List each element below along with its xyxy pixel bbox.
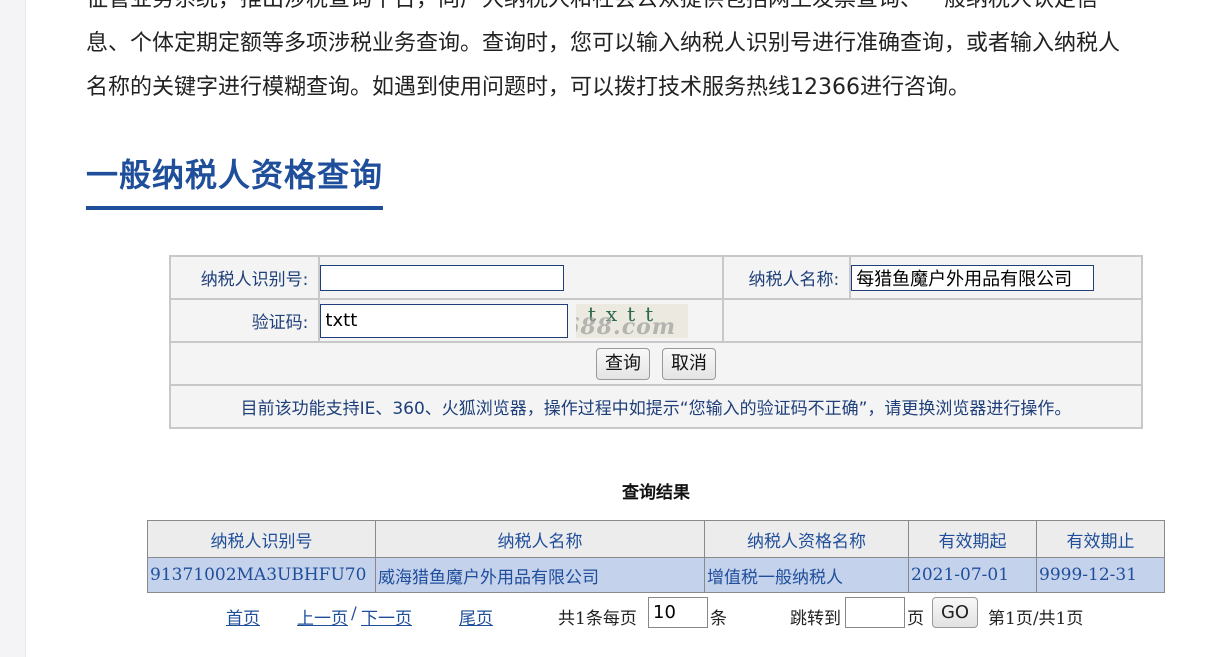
cancel-button[interactable]: 取消 [662, 347, 716, 380]
result-table: 纳税人识别号 纳税人名称 纳税人资格名称 有效期起 有效期止 91371002M… [147, 520, 1165, 593]
header-qualification: 纳税人资格名称 [704, 520, 909, 558]
header-taxpayer-name: 纳税人名称 [375, 520, 705, 558]
captcha-input[interactable] [320, 303, 569, 338]
last-page-link[interactable]: 尾页 [459, 604, 493, 629]
captcha-cell: txtt 1688.com [318, 298, 724, 343]
cell-valid-to: 9999-12-31 [1036, 557, 1165, 593]
empty-cell [721, 298, 1144, 343]
cell-taxpayer-id: 91371002MA3UBHFU70 [147, 557, 376, 593]
page-size-unit: 条 [710, 609, 727, 629]
page-size-input[interactable] [648, 597, 708, 628]
jump-page-input[interactable] [845, 597, 905, 628]
go-button[interactable]: GO [932, 597, 978, 628]
intro-line-2: 息、个体定期定额等多项涉税业务查询。查询时，您可以输入纳税人识别号进行准确查询，… [86, 31, 1121, 56]
header-taxpayer-id: 纳税人识别号 [147, 520, 376, 558]
intro-paragraph: 征管业务系统，推出涉税查询平台，向广大纳税人和社会公众提供包括网上发票查询、一般… [86, 0, 1209, 110]
header-valid-from: 有效期起 [908, 520, 1037, 558]
taxpayer-name-input[interactable] [851, 264, 1095, 291]
taxpayer-id-label: 纳税人识别号: [168, 255, 321, 300]
cell-valid-from: 2021-07-01 [908, 557, 1037, 593]
page-status-text: 第1页/共1页 [988, 609, 1084, 629]
section-title-underline [86, 206, 383, 210]
taxpayer-name-label: 纳税人名称: [721, 255, 852, 300]
query-button[interactable]: 查询 [596, 347, 650, 380]
result-title: 查询结果 [622, 483, 690, 503]
taxpayer-id-cell [318, 255, 724, 300]
intro-line-3: 名称的关键字进行模糊查询。如遇到使用问题时，可以拨打技术服务热线12366进行咨… [86, 75, 970, 100]
captcha-watermark: 1688.com [576, 313, 677, 338]
first-page-link[interactable]: 首页 [226, 604, 260, 629]
total-records-text: 共1条每页 [558, 609, 637, 629]
prev-page-link[interactable]: 上一页 [297, 604, 348, 629]
pager-separator: / [351, 604, 357, 624]
result-header-row: 纳税人识别号 纳税人名称 纳税人资格名称 有效期起 有效期止 [147, 520, 1165, 558]
taxpayer-name-cell [849, 255, 1143, 300]
pager: 首页 上一页 / 下一页 尾页 共1条每页 条 跳转到 页 GO 第1页/共1页 [0, 596, 1209, 632]
taxpayer-id-input[interactable] [320, 264, 565, 291]
intro-line-1: 征管业务系统，推出涉税查询平台，向广大纳税人和社会公众提供包括网上发票查询、一般… [86, 0, 1209, 22]
page-unit: 页 [907, 609, 924, 629]
captcha-image[interactable]: txtt 1688.com [575, 303, 688, 338]
query-form: 纳税人识别号: 纳税人名称: 验证码: txtt 1688.com 查询取消 目… [168, 255, 1144, 429]
section-title: 一般纳税人资格查询 [86, 156, 384, 194]
browser-notice: 目前该功能支持IE、360、火狐浏览器，操作过程中如提示“您输入的验证码不正确”… [169, 384, 1143, 429]
next-page-link[interactable]: 下一页 [361, 604, 412, 629]
table-row: 91371002MA3UBHFU70 威海猎鱼魔户外用品有限公司 增值税一般纳税… [147, 557, 1165, 593]
left-gutter [0, 0, 26, 657]
cell-taxpayer-name: 威海猎鱼魔户外用品有限公司 [375, 557, 705, 593]
button-row: 查询 取消 [169, 341, 1143, 386]
cell-qualification: 增值税一般纳税人 [704, 557, 909, 593]
header-valid-to: 有效期止 [1036, 520, 1165, 558]
captcha-label: 验证码: [168, 298, 321, 343]
jump-to-label: 跳转到 [790, 609, 841, 629]
